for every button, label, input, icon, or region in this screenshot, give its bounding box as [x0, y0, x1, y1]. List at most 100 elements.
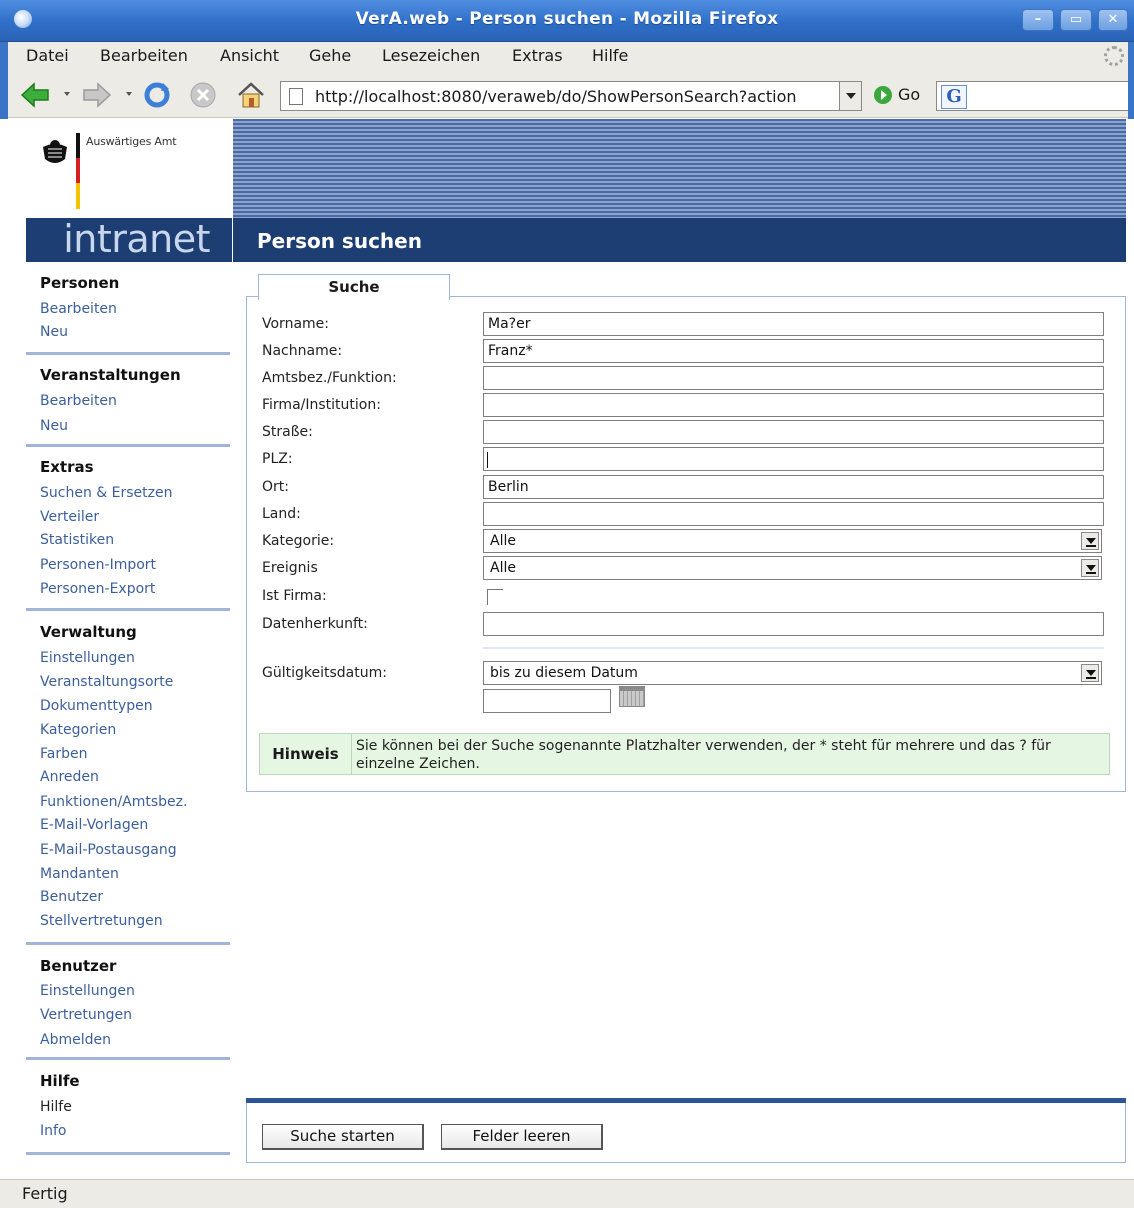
- google-search-icon[interactable]: G: [941, 85, 967, 109]
- sidebar-item-verteiler[interactable]: Verteiler: [40, 509, 99, 525]
- datenherkunft-input[interactable]: [483, 612, 1104, 636]
- gueltigkeit-value: bis zu diesem Datum: [490, 665, 638, 681]
- menu-lesezeichen[interactable]: Lesezeichen: [382, 46, 480, 65]
- nachname-input[interactable]: Franz*: [483, 339, 1104, 363]
- chevron-down-icon[interactable]: [1081, 664, 1099, 682]
- sidebar-item-personen-bearbeiten[interactable]: Bearbeiten: [40, 301, 117, 317]
- menu-bar: Datei Bearbeiten Ansicht Gehe Lesezeiche…: [0, 42, 1134, 72]
- label-gueltigkeit: Gültigkeitsdatum:: [262, 665, 387, 681]
- label-firma: Firma/Institution:: [262, 397, 381, 413]
- sidebar-section-personen: Personen Bearbeiten Neu: [26, 262, 230, 355]
- sidebar-section-verwaltung: Verwaltung Einstellungen Veranstaltungso…: [26, 611, 230, 945]
- logo-area: Auswärtiges Amt: [26, 119, 232, 219]
- search-button[interactable]: Suche starten: [262, 1124, 424, 1150]
- window-titlebar: VerA.web - Person suchen - Mozilla Firef…: [0, 0, 1134, 42]
- reload-icon[interactable]: [142, 80, 172, 110]
- land-input[interactable]: [483, 502, 1104, 526]
- window-title: VerA.web - Person suchen - Mozilla Firef…: [355, 9, 779, 29]
- sidebar-item-einstellungen[interactable]: Einstellungen: [40, 650, 135, 666]
- label-amtsbez: Amtsbez./Funktion:: [262, 370, 397, 386]
- menu-gehe[interactable]: Gehe: [309, 46, 351, 65]
- sidebar-item-stellvertretungen[interactable]: Stellvertretungen: [40, 913, 163, 929]
- clear-button[interactable]: Felder leeren: [441, 1124, 603, 1150]
- sidebar-item-statistiken[interactable]: Statistiken: [40, 532, 114, 548]
- gueltigkeit-select[interactable]: bis zu diesem Datum: [483, 661, 1102, 685]
- ereignis-value: Alle: [490, 560, 516, 576]
- plz-input[interactable]: [483, 447, 1104, 471]
- menu-bearbeiten[interactable]: Bearbeiten: [100, 46, 188, 65]
- throbber-icon: [1104, 46, 1124, 66]
- chevron-down-icon[interactable]: [1081, 532, 1099, 550]
- header-stripes: [233, 119, 1126, 219]
- ort-input[interactable]: Berlin: [483, 475, 1104, 499]
- minimize-button[interactable]: –: [1022, 9, 1054, 31]
- ereignis-select[interactable]: Alle: [483, 556, 1102, 580]
- sidebar-item-funktionen[interactable]: Funktionen/Amtsbez.: [40, 794, 187, 810]
- sidebar-item-personen-neu[interactable]: Neu: [40, 324, 68, 340]
- sidebar-item-anreden[interactable]: Anreden: [40, 769, 99, 785]
- menu-ansicht[interactable]: Ansicht: [220, 46, 279, 65]
- org-name: Auswärtiges Amt: [86, 135, 177, 148]
- menu-hilfe[interactable]: Hilfe: [592, 46, 628, 65]
- label-ort: Ort:: [262, 479, 289, 495]
- eagle-logo-icon: [43, 140, 67, 163]
- sidebar-item-email-vorlagen[interactable]: E-Mail-Vorlagen: [40, 817, 148, 833]
- kategorie-select[interactable]: Alle: [483, 529, 1102, 553]
- sidebar-heading: Hilfe: [40, 1072, 80, 1090]
- page-icon: [289, 88, 303, 105]
- close-button[interactable]: ✕: [1098, 9, 1128, 31]
- sidebar-heading: Verwaltung: [40, 623, 137, 641]
- menu-datei[interactable]: Datei: [26, 46, 69, 65]
- back-icon[interactable]: [20, 80, 50, 110]
- sidebar-item-veranstaltungsorte[interactable]: Veranstaltungsorte: [40, 674, 173, 690]
- sidebar-item-abmelden[interactable]: Abmelden: [40, 1032, 111, 1048]
- ist-firma-checkbox[interactable]: [487, 589, 503, 605]
- chevron-down-icon[interactable]: [1081, 559, 1099, 577]
- sidebar-item-veranstaltungen-neu[interactable]: Neu: [40, 418, 68, 434]
- sidebar-item-info[interactable]: Info: [40, 1123, 67, 1139]
- hint-box: Hinweis Sie können bei der Suche sogenan…: [259, 733, 1110, 775]
- stop-icon[interactable]: [188, 80, 218, 110]
- home-icon[interactable]: [236, 80, 266, 110]
- sidebar-section-extras: Extras Suchen & Ersetzen Verteiler Stati…: [26, 447, 230, 611]
- sidebar-section-veranstaltungen: Veranstaltungen Bearbeiten Neu: [26, 355, 230, 447]
- sidebar-item-mandanten[interactable]: Mandanten: [40, 866, 119, 882]
- go-label: Go: [898, 85, 921, 104]
- flag-bar: [76, 133, 80, 209]
- sidebar-item-kategorien[interactable]: Kategorien: [40, 722, 116, 738]
- sidebar-item-veranstaltungen-bearbeiten[interactable]: Bearbeiten: [40, 393, 117, 409]
- sidebar-heading: Personen: [40, 274, 120, 292]
- tab-suche[interactable]: Suche: [258, 274, 450, 300]
- sidebar-item-dokumenttypen[interactable]: Dokumenttypen: [40, 698, 153, 714]
- search-box[interactable]: G: [936, 81, 1132, 111]
- back-history-icon[interactable]: [64, 92, 70, 98]
- strasse-input[interactable]: [483, 420, 1104, 444]
- sidebar-item-hilfe[interactable]: Hilfe: [40, 1099, 72, 1115]
- sidebar-item-suchen-ersetzen[interactable]: Suchen & Ersetzen: [40, 485, 172, 501]
- forward-history-icon[interactable]: [126, 92, 132, 98]
- sidebar-item-benutzer-einstellungen[interactable]: Einstellungen: [40, 983, 135, 999]
- firma-input[interactable]: [483, 393, 1104, 417]
- sidebar-item-personen-export[interactable]: Personen-Export: [40, 581, 155, 597]
- calendar-icon[interactable]: [619, 686, 645, 707]
- sidebar-item-email-postausgang[interactable]: E-Mail-Postausgang: [40, 842, 177, 858]
- url-dropdown-button[interactable]: [839, 82, 861, 110]
- sidebar-item-vertretungen[interactable]: Vertretungen: [40, 1007, 132, 1023]
- maximize-button[interactable]: ▭: [1060, 9, 1092, 31]
- url-text[interactable]: http://localhost:8080/veraweb/do/ShowPer…: [315, 87, 825, 106]
- forward-icon[interactable]: [82, 80, 112, 110]
- menu-extras[interactable]: Extras: [512, 46, 563, 65]
- url-bar[interactable]: http://localhost:8080/veraweb/do/ShowPer…: [280, 81, 862, 111]
- label-ist-firma: Ist Firma:: [262, 588, 327, 604]
- sidebar-item-personen-import[interactable]: Personen-Import: [40, 557, 156, 573]
- label-kategorie: Kategorie:: [262, 533, 335, 549]
- sidebar-item-benutzer[interactable]: Benutzer: [40, 889, 103, 905]
- go-button[interactable]: Go: [874, 85, 920, 104]
- sidebar-section-hilfe: Hilfe Hilfe Info: [26, 1060, 230, 1155]
- amtsbez-input[interactable]: [483, 366, 1104, 390]
- vorname-input[interactable]: Ma?er: [483, 312, 1104, 336]
- sidebar-heading: Benutzer: [40, 957, 117, 975]
- sidebar-item-farben[interactable]: Farben: [40, 746, 87, 762]
- label-nachname: Nachname:: [262, 343, 343, 359]
- datum-input[interactable]: [483, 689, 611, 713]
